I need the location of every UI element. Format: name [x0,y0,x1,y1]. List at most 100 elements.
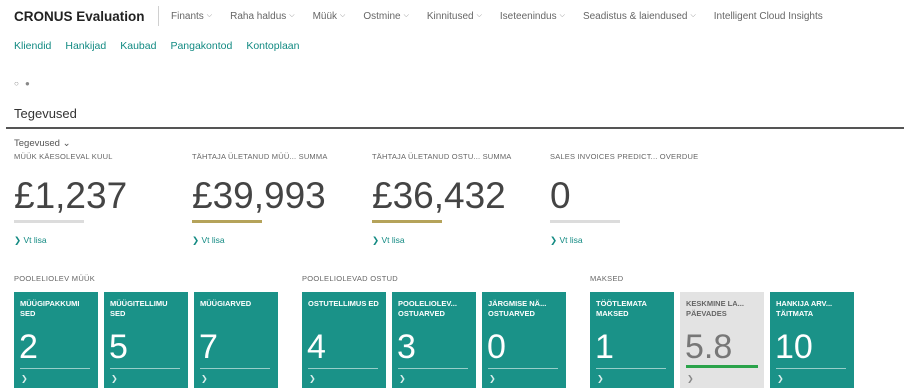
menu-finants[interactable]: Finants ⌵ [171,11,212,22]
kpi-value[interactable]: £39,993 [192,174,352,218]
tile-divider [398,368,468,369]
menu-label: Kinnitused [426,10,474,22]
tile-title: OSTUTELLIMUS ED [308,299,379,308]
menu-raha-haldus[interactable]: Raha haldus ⌵ [230,11,294,22]
chevron-right-icon: ❯ [21,374,28,383]
tile-title: TÖÖTLEMATA MAKSED [596,299,647,318]
tile-divider [20,368,90,369]
main-menu: Finants ⌵ Raha haldus ⌵ Müük ⌵ Ostmine ⌵ Kin… [171,11,841,22]
tile-divider [488,368,558,369]
section-title: Tegevused [14,106,77,121]
tile-unprocessed-payments[interactable]: TÖÖTLEMATA MAKSED 1 ❯ [590,292,674,388]
kpi-see-more-link[interactable]: ❯ Vt lisa [550,235,710,246]
menu-intelligent-cloud-insights[interactable]: Intelligent Cloud Insights [714,11,823,22]
tile-title: MÜÜGIPAKKUMI SED [20,299,80,318]
menu-label: Müük [312,10,338,22]
link-pangakontod[interactable]: Pangakontod [170,40,232,52]
tile-title: MÜÜGITELLIMU SED [110,299,168,318]
kpi-value[interactable]: £36,432 [372,174,532,218]
tile-value: 5 [109,328,128,366]
menu-label: Iseteenindus [499,10,557,22]
tile-status-bar [686,365,758,368]
link-hankijad[interactable]: Hankijad [65,40,106,52]
tile-value: 3 [397,328,416,366]
chevron-right-icon: ❯ [201,374,208,383]
kpi-indicator-bar [192,220,262,223]
kpi-see-more-link[interactable]: ❯ Vt lisa [14,235,174,246]
group-label-ongoing-purchases: POOLELIOLEVAD OSTUD [302,274,399,283]
quick-links: Kliendid Hankijad Kaubad Pangakontod Kon… [14,40,313,52]
link-kontoplaan[interactable]: Kontoplaan [246,40,299,52]
page-indicator[interactable]: ○ ● [14,79,32,88]
kpi-see-more-link[interactable]: ❯ Vt lisa [372,235,532,246]
tile-value: 1 [595,328,614,366]
tile-value: 2 [19,328,38,366]
kpi-see-more-link[interactable]: ❯ Vt lisa [192,235,352,246]
kpi-overdue-purchase-amount[interactable]: TÄHTAJA ÜLETANUD OSTU... SUMMA £36,432 ❯… [372,152,532,246]
tile-sales-quotes[interactable]: MÜÜGIPAKKUMI SED 2 ❯ [14,292,98,388]
tile-average-collection-days[interactable]: KESKMINE LA... PÄEVADES 5.8 ❯ [680,292,764,388]
tile-outstanding-vendor-invoices[interactable]: HANKIJA ARV... TÄITMATA 10 ❯ [770,292,854,388]
menu-muuk[interactable]: Müük ⌵ [313,11,346,22]
chevron-right-icon: ❯ [309,374,316,383]
chevron-right-icon: ❯ [111,374,118,383]
tile-sales-orders[interactable]: MÜÜGITELLIMU SED 5 ❯ [104,292,188,388]
menu-label: Finants [171,10,204,22]
menu-kinnitused[interactable]: Kinnitused ⌵ [427,11,482,22]
kpi-sales-invoices-predicted-overdue[interactable]: SALES INVOICES PREDICT... OVERDUE 0 ❯ Vt… [550,152,710,246]
activities-group-toggle[interactable]: Tegevused ⌄ [14,138,71,149]
menu-label: Ostmine [363,10,401,22]
kpi-value[interactable]: 0 [550,174,710,218]
tile-value: 10 [775,328,813,366]
tile-divider [776,368,846,369]
top-navigation-bar: CRONUS Evaluation Finants ⌵ Raha haldus ⌵ … [0,0,904,32]
company-name[interactable]: CRONUS Evaluation [0,9,158,24]
kpi-sales-this-month[interactable]: MÜÜK KÄESOLEVAL KUUL £1,237 ❯ Vt lisa [14,152,174,246]
tile-title: MÜÜGIARVED [200,299,252,308]
chevron-right-icon: ❯ [687,374,694,383]
tile-title: KESKMINE LA... PÄEVADES [686,299,744,318]
chevron-down-icon: ⌵ [690,12,696,19]
tile-divider [308,368,378,369]
chevron-right-icon: ❯ [489,374,496,383]
section-divider [6,127,904,129]
kpi-indicator-bar [14,220,84,223]
chevron-down-icon: ⌵ [340,12,346,19]
tile-value: 5.8 [685,328,733,366]
link-kaubad[interactable]: Kaubad [120,40,156,52]
link-kliendid[interactable]: Kliendid [14,40,51,52]
kpi-indicator-bar [550,220,620,223]
menu-label: Seadistus & laiendused [582,10,688,22]
menu-ostmine[interactable]: Ostmine ⌵ [363,11,409,22]
chevron-down-icon: ⌵ [403,12,409,19]
kpi-indicator-bar [372,220,442,223]
chevron-down-icon: ⌵ [559,12,565,19]
tile-ongoing-purchase-invoices[interactable]: POOLELIOLEV... OSTUARVED 3 ❯ [392,292,476,388]
group-label-payments: MAKSED [590,274,624,283]
tile-divider [596,368,666,369]
tile-title: HANKIJA ARV... TÄITMATA [776,299,833,318]
tile-purchase-invoices-due-next-week[interactable]: JÄRGMISE NÄ... OSTUARVED 0 ❯ [482,292,566,388]
tile-title: JÄRGMISE NÄ... OSTUARVED [488,299,547,318]
chevron-down-icon: ⌵ [476,12,482,19]
tile-sales-invoices[interactable]: MÜÜGIARVED 7 ❯ [194,292,278,388]
nav-divider [158,6,159,26]
kpi-value[interactable]: £1,237 [14,174,174,218]
menu-seadistus[interactable]: Seadistus & laiendused ⌵ [583,11,696,22]
kpi-title: MÜÜK KÄESOLEVAL KUUL [14,152,113,161]
kpi-title: SALES INVOICES PREDICT... OVERDUE [550,152,699,161]
menu-iseteenindus[interactable]: Iseteenindus ⌵ [500,11,565,22]
chevron-down-icon: ⌵ [289,12,295,19]
tile-title: POOLELIOLEV... OSTUARVED [398,299,457,318]
tile-purchase-orders[interactable]: OSTUTELLIMUS ED 4 ❯ [302,292,386,388]
menu-label: Intelligent Cloud Insights [713,10,823,22]
chevron-right-icon: ❯ [597,374,604,383]
tile-divider [110,368,180,369]
chevron-right-icon: ❯ [399,374,406,383]
tile-divider [200,368,270,369]
menu-label: Raha haldus [230,10,287,22]
tile-value: 4 [307,328,326,366]
kpi-overdue-sales-amount[interactable]: TÄHTAJA ÜLETANUD MÜÜ... SUMMA £39,993 ❯ … [192,152,352,246]
chevron-down-icon: ⌵ [206,12,213,19]
tile-value: 0 [487,328,506,366]
